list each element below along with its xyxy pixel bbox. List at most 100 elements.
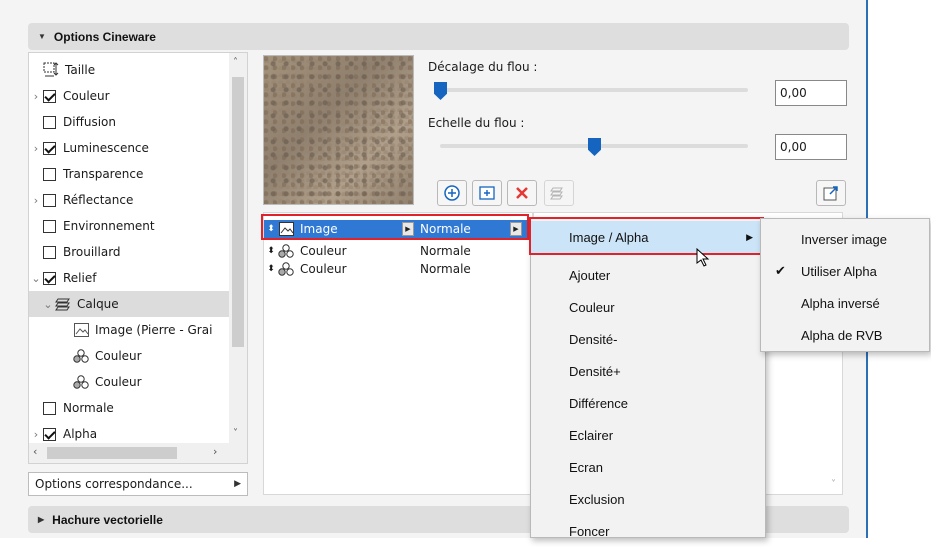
relief-checkbox[interactable] <box>43 271 56 285</box>
tree-item-label: Normale <box>63 401 114 415</box>
submenu-item-inverser-image[interactable]: Inverser image <box>761 223 929 255</box>
scroll-right-icon[interactable]: › <box>213 445 217 458</box>
checkmark-icon: ✔ <box>775 263 786 278</box>
tree-item-couleur[interactable]: › Couleur <box>29 83 229 109</box>
luminescence-checkbox[interactable] <box>43 141 56 155</box>
highlight-box-menu <box>529 217 764 255</box>
tree-item-luminescence[interactable]: › Luminescence <box>29 135 229 161</box>
tree-item-label: Réflectance <box>63 193 134 207</box>
menu-item-foncer[interactable]: Foncer <box>531 515 765 547</box>
size-icon <box>43 62 59 77</box>
reorder-icon[interactable]: ⬍ <box>264 264 278 274</box>
scroll-left-icon[interactable]: ‹ <box>33 445 37 458</box>
tree-item-normale[interactable]: Normale <box>29 395 229 421</box>
tree-item-label: Calque <box>77 297 119 311</box>
delete-icon <box>516 187 528 199</box>
color-node-icon <box>73 349 89 363</box>
blur-scale-field[interactable]: 0,00 <box>775 134 847 160</box>
chevron-down-icon[interactable]: ⌄ <box>29 272 43 285</box>
triangle-right-icon: ▶ <box>234 479 241 489</box>
menu-item-exclusion[interactable]: Exclusion <box>531 483 765 515</box>
tree-item-couleur-node[interactable]: Couleur <box>73 343 247 369</box>
add-shader-icon <box>444 185 460 201</box>
chevron-right-icon[interactable]: › <box>29 194 43 207</box>
add-shader-button[interactable] <box>437 180 467 206</box>
chevron-right-icon[interactable]: › <box>29 90 43 103</box>
menu-item-ajouter[interactable]: Ajouter <box>531 259 765 291</box>
vertical-scrollbar[interactable]: ˄ ˅ <box>229 53 247 443</box>
layer-icon <box>55 297 71 311</box>
scroll-down-icon[interactable]: ˅ <box>831 479 836 490</box>
submenu-item-utiliser-alpha[interactable]: ✔ Utiliser Alpha <box>761 255 929 287</box>
brouillard-checkbox[interactable] <box>43 245 56 259</box>
alpha-submenu: Inverser image ✔ Utiliser Alpha Alpha in… <box>760 218 930 352</box>
submenu-item-alpha-inverse[interactable]: Alpha inversé <box>761 287 929 319</box>
blur-offset-label: Décalage du flou : <box>428 60 538 74</box>
scroll-down-icon[interactable]: ˅ <box>233 428 238 439</box>
texture-preview <box>263 55 414 205</box>
tree-item-label: Diffusion <box>63 115 116 129</box>
couleur-checkbox[interactable] <box>43 89 56 103</box>
chevron-down-icon[interactable]: ⌄ <box>41 298 55 311</box>
layer-mode[interactable]: Normale <box>420 262 471 276</box>
tree-item-label: Couleur <box>63 89 110 103</box>
normale-checkbox[interactable] <box>43 401 56 415</box>
blur-offset-slider[interactable] <box>440 88 748 92</box>
tree-item-image[interactable]: Image (Pierre - Grai <box>73 317 247 343</box>
layer-mode[interactable]: Normale <box>420 244 471 258</box>
options-correspondance-button[interactable]: Options correspondance... ▶ <box>28 472 248 496</box>
image-icon <box>73 323 89 337</box>
section-header-cineware[interactable]: ▼ Options Cineware <box>28 23 849 50</box>
tree-item-calque[interactable]: ⌄ Calque <box>29 291 229 317</box>
export-button[interactable] <box>816 180 846 206</box>
alpha-checkbox[interactable] <box>43 427 56 441</box>
mouse-cursor-icon <box>696 248 710 267</box>
blur-offset-slider-knob[interactable] <box>434 82 447 100</box>
tree-item-brouillard[interactable]: Brouillard <box>29 239 229 265</box>
blur-scale-slider-knob[interactable] <box>588 138 601 156</box>
tree-item-relief[interactable]: ⌄ Relief <box>29 265 229 291</box>
scroll-thumb[interactable] <box>47 447 177 459</box>
add-folder-button[interactable] <box>472 180 502 206</box>
menu-item-difference[interactable]: Différence <box>531 387 765 419</box>
layer-row-couleur[interactable]: ⬍ Couleur Normale <box>264 242 532 260</box>
menu-item-densite-minus[interactable]: Densité- <box>531 323 765 355</box>
scroll-up-icon[interactable]: ˄ <box>233 57 238 68</box>
export-icon <box>823 186 838 201</box>
reorder-icon[interactable]: ⬍ <box>264 246 278 256</box>
chevron-right-icon[interactable]: › <box>29 428 43 441</box>
tree-item-environnement[interactable]: Environnement <box>29 213 229 239</box>
chevron-right-icon[interactable]: › <box>29 142 43 155</box>
tree-item-diffusion[interactable]: Diffusion <box>29 109 229 135</box>
scroll-thumb[interactable] <box>232 77 244 347</box>
channel-tree: Taille › Couleur Diffusion › Luminescenc… <box>28 52 248 464</box>
tree-item-label: Transparence <box>63 167 144 181</box>
reflectance-checkbox[interactable] <box>43 193 56 207</box>
tree-item-reflectance[interactable]: › Réflectance <box>29 187 229 213</box>
blur-offset-field[interactable]: 0,00 <box>775 80 847 106</box>
environnement-checkbox[interactable] <box>43 219 56 233</box>
menu-item-couleur[interactable]: Couleur <box>531 291 765 323</box>
tree-item-label: Luminescence <box>63 141 149 155</box>
blur-scale-label: Echelle du flou : <box>428 116 525 130</box>
menu-item-ecran[interactable]: Ecran <box>531 451 765 483</box>
tree-item-taille[interactable]: Taille <box>29 57 229 83</box>
layer-name: Couleur <box>300 262 347 276</box>
tree-item-label: Couleur <box>95 375 142 389</box>
diffusion-checkbox[interactable] <box>43 115 56 129</box>
tree-item-label: Image (Pierre - Grai <box>95 323 213 337</box>
section-title: Options Cineware <box>53 29 156 44</box>
color-node-icon <box>278 244 294 258</box>
horizontal-scrollbar[interactable]: ‹ › <box>29 443 247 463</box>
tree-item-transparence[interactable]: Transparence <box>29 161 229 187</box>
highlight-box-layer <box>261 214 529 240</box>
submenu-item-alpha-de-rvb[interactable]: Alpha de RVB <box>761 319 929 351</box>
transparence-checkbox[interactable] <box>43 167 56 181</box>
tree-item-couleur-node[interactable]: Couleur <box>73 369 247 395</box>
link-button[interactable] <box>544 180 574 206</box>
layer-name: Couleur <box>300 244 347 258</box>
menu-item-eclairer[interactable]: Eclairer <box>531 419 765 451</box>
layer-row-couleur[interactable]: ⬍ Couleur Normale <box>264 260 532 278</box>
delete-button[interactable] <box>507 180 537 206</box>
menu-item-densite-plus[interactable]: Densité+ <box>531 355 765 387</box>
